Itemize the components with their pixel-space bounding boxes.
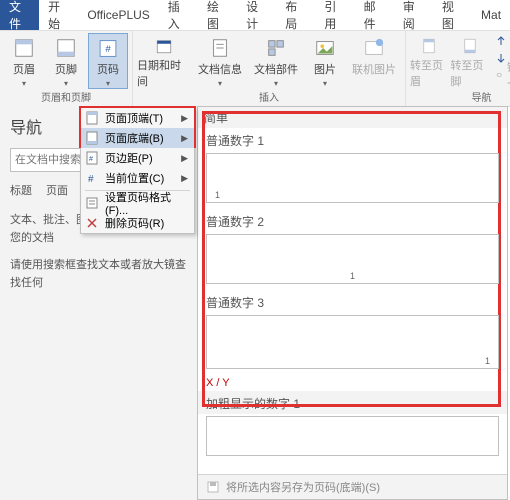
gal-item1-label: 普通数字 1 [198,128,507,151]
tab-file[interactable]: 文件 [0,0,39,30]
dd-current[interactable]: # 当前位置(C)▶ [81,168,194,188]
header-button[interactable]: 页眉▾ [4,33,44,89]
gal-item3-label: 普通数字 3 [198,290,507,313]
dd-bottom[interactable]: 页面底端(B)▶ [81,128,194,148]
ribbon: 页眉▾ 页脚▾ # 页码▾ 页眉和页脚 日期和时间 文档信息▾ [0,31,510,107]
remove-icon [85,216,99,230]
header-icon [13,37,35,59]
link-icon [495,69,503,81]
gal-section-simple: 简单 [198,107,507,128]
footer-button[interactable]: 页脚▾ [46,33,86,89]
prev-icon [495,35,507,47]
gal-item2-label: 普通数字 2 [198,209,507,232]
tab-officeplus[interactable]: OfficePLUS [78,0,158,30]
svg-text:#: # [105,44,111,55]
gal-item1[interactable]: 1 [206,153,499,203]
tab-home[interactable]: 开始 [39,0,78,30]
group-nav: 转至页眉 转至页脚 上一条 下一条 链接到前一节 [406,31,510,106]
page-margins-icon: # [85,151,99,165]
nav-tab-pages[interactable]: 页面 [46,182,68,198]
group-label-nav: 导航 [472,89,492,106]
page-top-icon [85,111,99,125]
goto-footer-button[interactable]: 转至页脚 [450,33,488,89]
svg-text:#: # [88,174,94,185]
svg-text:#: # [89,156,93,163]
dd-top[interactable]: 页面顶端(T)▶ [81,108,194,128]
save-selection-icon [206,480,220,494]
tab-layout[interactable]: 布局 [276,0,315,30]
docparts-icon [265,37,287,59]
page-bottom-icon [85,131,99,145]
tab-references[interactable]: 引用 [315,0,354,30]
tab-review[interactable]: 审阅 [394,0,433,30]
dd-format[interactable]: 设置页码格式(F)... [81,193,194,213]
goto-header-button[interactable]: 转至页眉 [410,33,448,89]
docinfo-icon [209,37,231,59]
docinfo-button[interactable]: 文档信息▾ [193,33,247,89]
nav-help-text2: 请使用搜索框查找文本或者放大镜查找任何 [10,257,189,292]
tab-design[interactable]: 设计 [237,0,276,30]
ribbon-tabs: 文件 开始 OfficePLUS 插入 绘图 设计 布局 引用 邮件 审阅 视图… [0,0,510,31]
link-prev-button[interactable]: 链接到前一节 [495,67,510,83]
pagenum-button[interactable]: # 页码▾ [88,33,128,89]
gal-footer[interactable]: 将所选内容另存为页码(底端)(S) [198,474,507,499]
onlinepic-button[interactable]: 联机图片 [347,33,401,89]
nav-tab-headings[interactable]: 标题 [10,182,32,198]
format-icon [85,196,99,210]
group-label-insert: 插入 [259,89,279,106]
gal-item-bold1[interactable] [206,416,499,456]
docparts-button[interactable]: 文档部件▾ [249,33,303,89]
group-insert: 日期和时间 文档信息▾ 文档部件▾ 图片▾ 联机图片 插入 [133,31,406,106]
footer-icon [55,37,77,59]
pagenum-gallery: 简单 普通数字 1 1 普通数字 2 1 普通数字 3 1 X / Y 加粗显示… [197,106,508,500]
pagenum-dropdown: 页面顶端(T)▶ 页面底端(B)▶ # 页边距(P)▶ # 当前位置(C)▶ 设… [80,107,195,234]
gal-section-bold: 加粗显示的数字 1 [198,391,507,414]
picture-icon [314,37,336,59]
datetime-icon [153,37,175,55]
dd-remove[interactable]: 删除页码(R) [81,213,194,233]
current-pos-icon: # [85,171,99,185]
tab-view[interactable]: 视图 [433,0,472,30]
group-header-footer: 页眉▾ 页脚▾ # 页码▾ 页眉和页脚 [0,31,133,106]
next-icon [495,52,507,64]
goto-header-icon [418,37,440,55]
tab-mail[interactable]: 邮件 [355,0,394,30]
pagenum-icon: # [97,38,119,59]
tab-mat[interactable]: Mat [472,0,510,30]
datetime-button[interactable]: 日期和时间 [137,33,191,89]
onlinepic-icon [363,37,385,59]
tab-insert[interactable]: 插入 [159,0,198,30]
dd-margins[interactable]: # 页边距(P)▶ [81,148,194,168]
gal-item3[interactable]: 1 [206,315,499,369]
prev-button[interactable]: 上一条 [495,33,510,49]
group-label-hf: 页眉和页脚 [41,89,91,106]
gal-section-xy: X / Y [198,375,507,391]
goto-footer-icon [459,37,481,55]
gal-item2[interactable]: 1 [206,234,499,284]
tab-draw[interactable]: 绘图 [198,0,237,30]
picture-button[interactable]: 图片▾ [305,33,345,89]
